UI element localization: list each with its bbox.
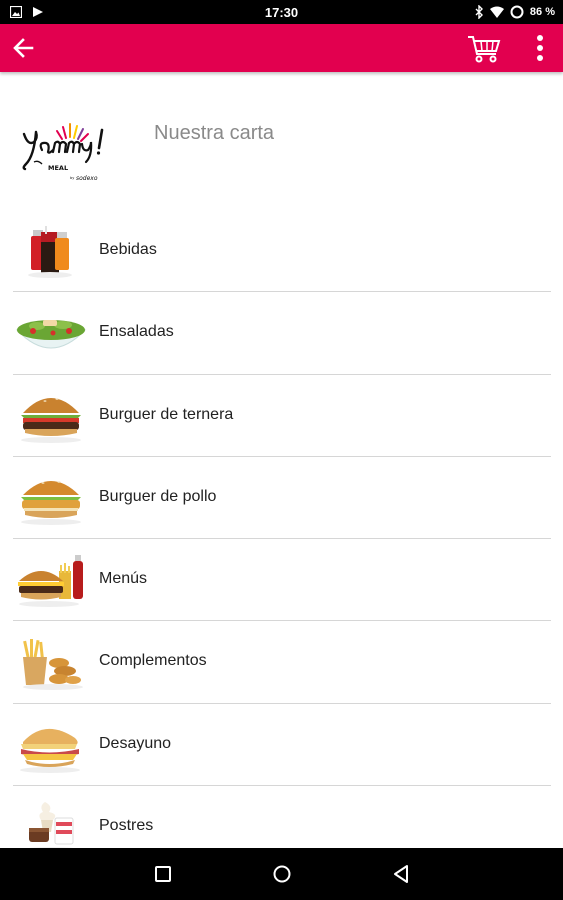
bluetooth-icon [475, 5, 483, 19]
status-bar: 17:30 86 % [0, 0, 563, 24]
breakfast-icon [20, 728, 80, 773]
menu-item-label: Bebidas [99, 241, 157, 258]
back-icon[interactable] [390, 862, 414, 886]
wifi-icon [489, 6, 504, 18]
more-vert-icon[interactable] [528, 32, 552, 64]
menu-item-label: Burguer de pollo [99, 487, 217, 505]
menu-item-bebidas[interactable]: Bebidas [13, 210, 551, 293]
menu-item-menus[interactable]: Menús [13, 539, 551, 622]
battery-icon [510, 5, 524, 19]
menu-item-ensaladas[interactable]: Ensaladas [13, 292, 551, 375]
image-notification-icon [10, 6, 22, 18]
drinks-icon [28, 226, 72, 278]
menu-item-label: Desayuno [99, 734, 172, 752]
app-bar [0, 24, 563, 72]
cart-icon[interactable] [467, 34, 501, 64]
menu-item-burguer-ternera[interactable]: Burguer de ternera [13, 375, 551, 457]
system-nav-bar [0, 848, 563, 900]
salad-icon [15, 320, 87, 349]
play-store-notification-icon [33, 7, 43, 17]
menu-item-desayuno[interactable]: Desayuno [13, 704, 551, 787]
menu-item-label: Complementos [99, 652, 207, 670]
menu-item-label: Menús [99, 570, 148, 588]
beef-burger-icon [21, 397, 81, 443]
menu-item-label: Ensaladas [99, 323, 174, 341]
status-indicators: 86 % [474, 5, 555, 19]
svg-text:sodexo: sodexo [76, 175, 98, 182]
svg-text:MEAL: MEAL [48, 164, 68, 172]
svg-text:by: by [70, 176, 74, 180]
arrow-back-icon[interactable] [10, 34, 38, 62]
page-title: Nuestra carta [154, 122, 275, 144]
status-time: 17:30 [264, 4, 299, 20]
status-notifications [0, 6, 44, 18]
combo-menu-icon [18, 555, 83, 608]
recents-icon[interactable] [151, 862, 175, 886]
battery-level: 86 % [529, 6, 555, 18]
menu-item-label: Burguer de ternera [99, 405, 234, 423]
brand-header: MEAL by sodexo Nuestra carta [0, 102, 563, 194]
menu-item-burguer-pollo[interactable]: Burguer de pollo [13, 457, 551, 540]
menu-item-label: Postres [99, 817, 154, 835]
menu-category-list: Bebidas Ensaladas Burguer de ternera Bur… [13, 210, 551, 868]
menu-item-complementos[interactable]: Complementos [13, 621, 551, 704]
chicken-burger-icon [21, 480, 81, 525]
home-icon[interactable] [270, 862, 294, 886]
yammy-meal-logo: MEAL by sodexo [22, 123, 104, 182]
sides-icon [23, 639, 83, 691]
